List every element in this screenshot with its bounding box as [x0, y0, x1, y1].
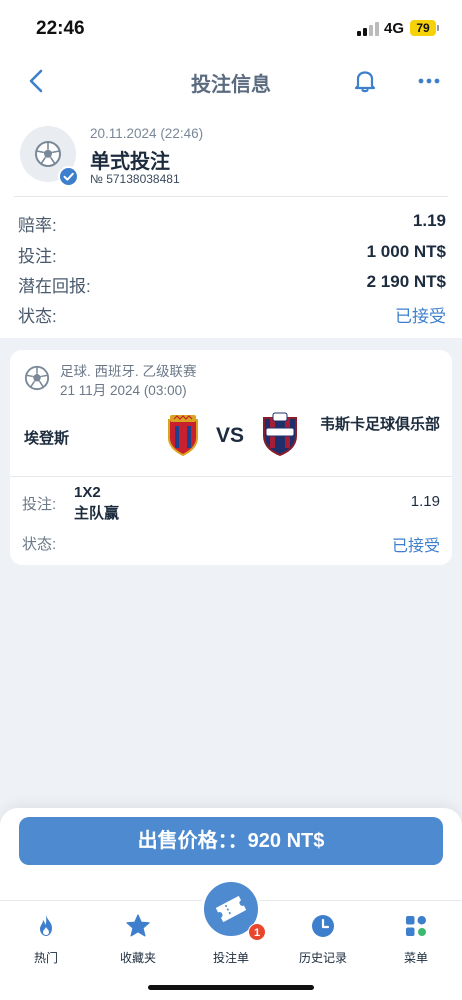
bet-date: 20.11.2024 (22:46) [90, 126, 204, 141]
odds-label: 赔率: [18, 216, 57, 235]
signal-icon [357, 22, 379, 36]
bet-header: 20.11.2024 (22:46) 单式投注 № 57138038481 [0, 120, 462, 195]
odds-value: 1.19 [412, 211, 446, 230]
tab-menu[interactable]: 菜单 [370, 909, 462, 971]
betslip-count-badge: 1 [248, 923, 266, 941]
clock: 22:46 [36, 18, 85, 39]
sell-button[interactable]: 出售价格：：920 NT$ [19, 817, 443, 865]
home-team-crest-icon [166, 414, 200, 461]
flame-icon [33, 913, 59, 939]
pick-selection: 主队赢 [74, 505, 120, 522]
stake-row: 投注: 1 000 NT$ [18, 242, 446, 268]
event-card[interactable]: 足球. 西班牙. 乙级联赛 21 11月 2024 (03:00) 埃登斯 VS… [10, 350, 452, 565]
versus-label: VS [216, 424, 245, 447]
pick-odds: 1.19 [410, 493, 440, 510]
divider [14, 196, 448, 197]
status-row: 状态: 已接受 [18, 302, 446, 328]
tab-menu-label: 菜单 [403, 951, 428, 965]
home-team-name: 埃登斯 [24, 430, 70, 447]
tab-hot-label: 热门 [33, 951, 58, 965]
home-indicator[interactable] [148, 985, 314, 990]
divider [10, 476, 452, 477]
star-icon [125, 913, 151, 939]
pick-label: 投注: [22, 496, 57, 513]
potential-return-label: 潜在回报: [18, 277, 91, 296]
status-bar: 22:46 4G 79 [0, 0, 462, 56]
stake-value: 1 000 NT$ [366, 242, 446, 261]
tab-history[interactable]: 历史记录 [277, 909, 369, 971]
check-icon [58, 166, 79, 187]
tab-history-label: 历史记录 [298, 951, 347, 965]
odds-row: 赔率: 1.19 [18, 211, 446, 237]
potential-return-value: 2 190 NT$ [366, 272, 446, 291]
soccer-ball-icon [24, 365, 50, 396]
tab-favorites-label: 收藏夹 [119, 951, 156, 965]
bet-id: № 57138038481 [90, 172, 180, 186]
event-datetime: 21 11月 2024 (03:00) [60, 383, 187, 398]
bet-details-panel: 22:46 4G 79 投注信息 20.11.2024 (22:46) 单式投注… [0, 0, 462, 338]
tab-betslip-label: 投注单 [212, 951, 249, 965]
network-type: 4G [384, 20, 405, 37]
menu-grid-icon [403, 913, 429, 939]
stake-label: 投注: [18, 247, 57, 266]
away-team-crest-icon [260, 412, 300, 461]
page-title: 投注信息 [191, 74, 271, 96]
league-name: 足球. 西班牙. 乙级联赛 [60, 364, 197, 379]
more-icon[interactable] [416, 68, 442, 94]
battery-tip [437, 25, 439, 31]
tab-favorites[interactable]: 收藏夹 [92, 909, 184, 971]
nav-bar: 投注信息 [0, 56, 462, 106]
battery-icon: 79 [410, 20, 436, 36]
away-team-name: 韦斯卡足球俱乐部 [320, 416, 441, 433]
status-label: 状态: [18, 307, 57, 326]
event-status-badge: 已接受 [391, 538, 440, 555]
pick-market: 1X2 [74, 484, 101, 501]
bell-icon[interactable] [352, 68, 378, 94]
status-badge: 已接受 [395, 307, 446, 326]
clock-icon [310, 913, 336, 939]
potential-return-row: 潜在回报: 2 190 NT$ [18, 272, 446, 298]
tab-hot[interactable]: 热门 [0, 909, 92, 971]
bet-type: 单式投注 [90, 151, 170, 173]
event-status-label: 状态: [22, 536, 57, 553]
